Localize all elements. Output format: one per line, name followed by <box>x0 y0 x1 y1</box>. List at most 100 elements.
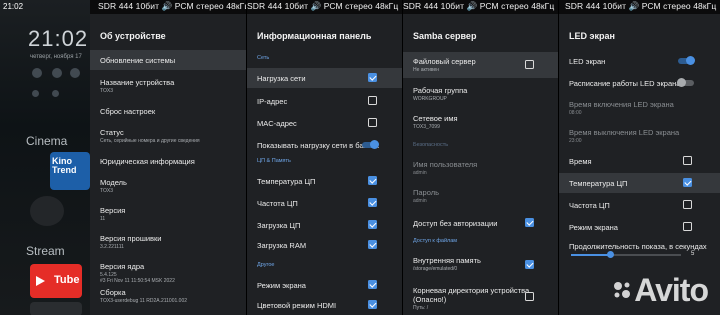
play-icon <box>36 276 45 286</box>
option-led-off-time: Время выключения LED экрана 23:00 <box>559 124 720 146</box>
item-value: /storage/emulated/0 <box>413 266 458 272</box>
menu-item-system-update[interactable]: Обновление системы <box>90 50 246 70</box>
item-label: Время включения LED экрана <box>569 100 674 109</box>
menu-item-kernel[interactable]: Версия ядра 5.4.125 #3 Fri Nov 11 11:50:… <box>90 258 246 284</box>
item-label: Статус <box>100 128 124 137</box>
checkbox[interactable] <box>525 218 534 227</box>
toggle-switch[interactable] <box>677 78 694 87</box>
led-panel: SDR 444 10бит 🔊 РСМ стерео 48кГц LED экр… <box>559 0 720 315</box>
section-file-access: Доступ к файлам <box>413 238 458 244</box>
slider-thumb[interactable] <box>606 251 614 258</box>
option-time[interactable]: Время <box>559 152 720 170</box>
checkbox[interactable] <box>525 292 534 301</box>
option-cpu-temp[interactable]: Температура ЦП <box>559 173 720 193</box>
item-label: MAC-адрес <box>257 119 297 128</box>
option-ip-address[interactable]: IP-адрес <box>247 92 402 110</box>
item-label: Время выключения LED экрана <box>569 128 680 137</box>
checkbox[interactable] <box>683 200 692 209</box>
item-label: Версия <box>100 206 126 215</box>
status-bar: SDR 444 10бит 🔊 РСМ стерео 48кГц <box>565 1 717 11</box>
option-cpu-freq[interactable]: Частота ЦП <box>247 194 402 212</box>
option-workgroup[interactable]: Рабочая группа WORKGROUP <box>403 82 558 106</box>
youtube-tile-label: Tube <box>54 274 80 286</box>
item-label: Пароль <box>413 188 440 197</box>
menu-item-factory-reset[interactable]: Сброс настроек <box>90 102 246 120</box>
item-value: TOX3-userdebug 11 RD2A.211001.002 <box>100 298 188 304</box>
option-cpu-temp[interactable]: Температура ЦП <box>247 172 402 190</box>
item-label: Рабочая группа <box>413 86 468 95</box>
option-cpu-load[interactable]: Загрузка ЦП <box>247 216 402 234</box>
option-file-server[interactable]: Файловый сервер Не активен <box>403 52 558 78</box>
checkbox[interactable] <box>368 220 377 229</box>
checkbox[interactable] <box>525 260 534 269</box>
option-network-bytes[interactable]: Показывать нагрузку сети в байтах <box>247 136 402 154</box>
panel-title: Об устройстве <box>100 31 166 41</box>
panel-title: Samba сервер <box>413 31 477 41</box>
checkbox[interactable] <box>368 300 377 309</box>
checkbox[interactable] <box>683 222 692 231</box>
option-ram-load[interactable]: Загрузка RAM <box>247 236 402 254</box>
menu-item-firmware[interactable]: Версия прошивки 3.2.221111 <box>90 230 246 252</box>
checkbox[interactable] <box>525 60 534 69</box>
menu-item-build[interactable]: Сборка TOX3-userdebug 11 RD2A.211001.002 <box>90 284 246 310</box>
checkbox[interactable] <box>368 280 377 289</box>
item-value: 11 <box>100 216 106 222</box>
option-root-directory[interactable]: Корневая директория устройства (Опасно!)… <box>403 282 558 315</box>
option-led-screen[interactable]: LED экран <box>559 52 720 70</box>
menu-item-legal[interactable]: Юридическая информация <box>90 152 246 170</box>
menu-item-model[interactable]: Модель TOX3 <box>90 174 246 196</box>
item-label: Продолжительность показа, в секундах <box>569 242 707 251</box>
option-screen-mode[interactable]: Режим экрана <box>247 276 402 294</box>
home-date: четверг, ноября 17 <box>30 54 82 60</box>
item-label: Режим экрана <box>569 223 618 232</box>
checkbox[interactable] <box>368 176 377 185</box>
duration-slider[interactable] <box>571 251 681 258</box>
checkbox[interactable] <box>368 198 377 207</box>
status-bar: SDR 444 10бит 🔊 РСМ стерео 48кГц <box>403 1 555 11</box>
option-mac-address[interactable]: MAC-адрес <box>247 114 402 132</box>
checkbox[interactable] <box>368 73 377 82</box>
option-cpu-freq[interactable]: Частота ЦП <box>559 196 720 214</box>
app-icon[interactable] <box>30 196 64 226</box>
item-value: Не активен <box>413 67 440 73</box>
item-label: Внутренняя память <box>413 256 481 265</box>
item-label: Режим экрана <box>257 281 306 290</box>
option-hdmi-color[interactable]: Цветовой режим HDMI <box>247 296 402 314</box>
option-network-load[interactable]: Нагрузка сети <box>247 68 402 88</box>
info-panel: SDR 444 10бит 🔊 РСМ стерео 48кГц Информа… <box>247 0 402 315</box>
option-led-on-time: Время включения LED экрана 08:00 <box>559 96 720 118</box>
menu-item-status[interactable]: Статус Сеть, серийные номера и другие св… <box>90 124 246 146</box>
item-label: Цветовой режим HDMI <box>257 301 337 310</box>
item-label: Частота ЦП <box>257 199 298 208</box>
option-network-name[interactable]: Сетевое имя TOX3_7099 <box>403 110 558 134</box>
section-stream: Stream <box>26 244 65 258</box>
item-label: Юридическая информация <box>100 157 195 166</box>
toggle-switch[interactable] <box>362 140 379 149</box>
checkbox[interactable] <box>683 156 692 165</box>
item-label: Версия ядра <box>100 262 145 271</box>
watermark-text: Avito <box>634 272 709 308</box>
option-username: Имя пользователя admin <box>403 156 558 180</box>
slider-value: 5 <box>691 251 695 257</box>
checkbox[interactable] <box>368 118 377 127</box>
menu-item-device-name[interactable]: Название устройства TOX3 <box>90 74 246 96</box>
item-label: Загрузка ЦП <box>257 221 301 230</box>
item-label: Время <box>569 157 592 166</box>
item-label: Версия прошивки <box>100 234 162 243</box>
item-value: Сеть, серийные номера и другие сведения <box>100 138 200 144</box>
option-display-duration[interactable]: Продолжительность показа, в секундах 5 <box>559 239 720 263</box>
item-value: WORKGROUP <box>413 96 447 102</box>
checkbox[interactable] <box>368 96 377 105</box>
toggle-switch[interactable] <box>678 56 695 65</box>
option-internal-storage[interactable]: Внутренняя память /storage/emulated/0 <box>403 252 558 276</box>
checkbox[interactable] <box>683 178 692 187</box>
option-screen-mode[interactable]: Режим экрана <box>559 218 720 236</box>
menu-item-version[interactable]: Версия 11 <box>90 202 246 224</box>
checkbox[interactable] <box>368 240 377 249</box>
item-label: Сброс настроек <box>100 107 156 116</box>
option-led-schedule[interactable]: Расписание работы LED экрана <box>559 74 720 92</box>
item-label: Файловый сервер <box>413 57 476 66</box>
option-anonymous-access[interactable]: Доступ без авторизации <box>403 214 558 232</box>
home-clock: 21:02 <box>28 26 89 51</box>
app-tile[interactable] <box>30 302 82 315</box>
